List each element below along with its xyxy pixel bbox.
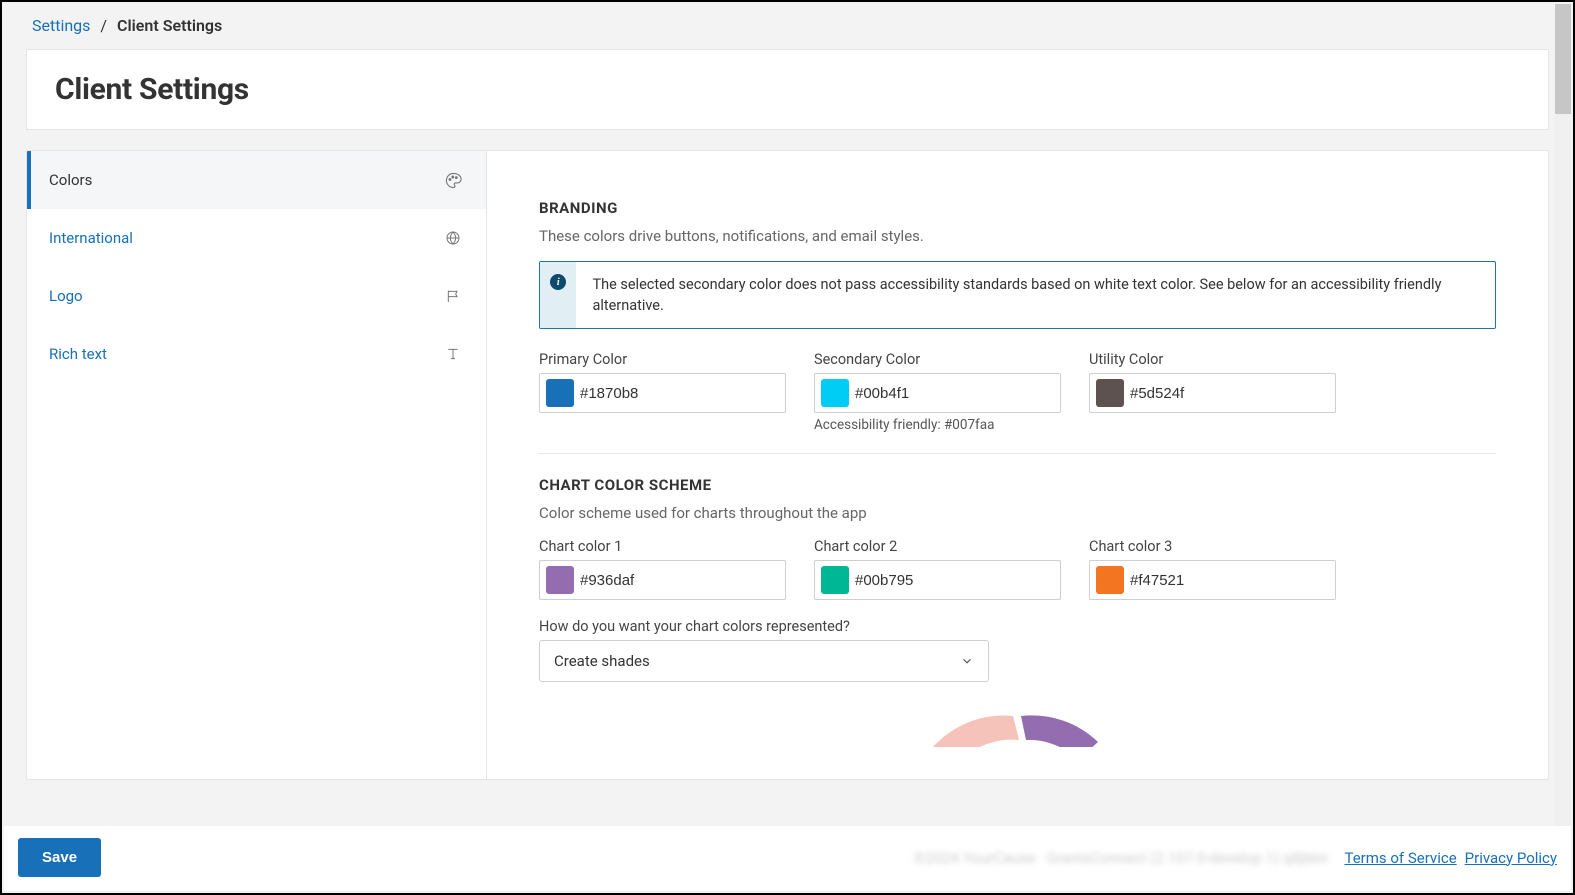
chart-color1-label: Chart color 1	[539, 538, 786, 555]
sidebar-item-label: Colors	[49, 171, 92, 189]
page-header: Client Settings	[26, 49, 1549, 130]
utility-color-label: Utility Color	[1089, 351, 1336, 368]
branding-title: BRANDING	[539, 199, 1496, 217]
sidebar-item-international[interactable]: International	[27, 209, 486, 267]
chart-scheme-description: Color scheme used for charts throughout …	[539, 504, 1496, 522]
privacy-link[interactable]: Privacy Policy	[1465, 849, 1557, 867]
chart-preview	[539, 712, 1496, 747]
text-icon	[444, 345, 462, 363]
scrollbar-track[interactable]	[1555, 4, 1571, 891]
chart-color2-input[interactable]	[814, 560, 1061, 600]
terms-link[interactable]: Terms of Service	[1344, 849, 1456, 867]
breadcrumb-current: Client Settings	[117, 16, 222, 35]
utility-color-field: Utility Color	[1089, 351, 1336, 433]
breadcrumb: Settings / Client Settings	[12, 2, 1563, 49]
info-icon-column: i	[540, 262, 576, 328]
primary-color-value[interactable]	[580, 385, 779, 402]
chart-color1-field: Chart color 1	[539, 538, 786, 600]
globe-icon	[444, 229, 462, 247]
primary-color-input[interactable]	[539, 373, 786, 413]
settings-sidebar: Colors International	[27, 151, 487, 779]
chevron-down-icon	[960, 654, 974, 668]
chart-color3-field: Chart color 3	[1089, 538, 1336, 600]
chart-color2-field: Chart color 2	[814, 538, 1061, 600]
chart-color2-label: Chart color 2	[814, 538, 1061, 555]
sidebar-item-label: International	[49, 229, 133, 247]
chart-color2-value[interactable]	[855, 572, 1054, 589]
utility-color-input[interactable]	[1089, 373, 1336, 413]
footer-bar: Save ©2024 YourCause · GrantsConnect (2.…	[4, 826, 1571, 891]
info-message: The selected secondary color does not pa…	[576, 262, 1495, 328]
secondary-color-value[interactable]	[855, 385, 1054, 402]
sidebar-item-rich-text[interactable]: Rich text	[27, 325, 486, 383]
breadcrumb-separator: /	[100, 16, 107, 35]
representation-select[interactable]: Create shades	[539, 640, 989, 682]
secondary-color-swatch[interactable]	[821, 379, 849, 407]
chart-color3-label: Chart color 3	[1089, 538, 1336, 555]
chart-color3-input[interactable]	[1089, 560, 1336, 600]
breadcrumb-settings-link[interactable]: Settings	[32, 16, 90, 35]
secondary-color-input[interactable]	[814, 373, 1061, 413]
chart-color1-input[interactable]	[539, 560, 786, 600]
flag-icon	[444, 287, 462, 305]
scrollbar-thumb[interactable]	[1555, 4, 1571, 114]
page-title: Client Settings	[55, 72, 1520, 107]
info-banner: i The selected secondary color does not …	[539, 261, 1496, 329]
save-button[interactable]: Save	[18, 838, 101, 877]
chart-scheme-title: CHART COLOR SCHEME	[539, 476, 1496, 494]
main-content: BRANDING These colors drive buttons, not…	[487, 151, 1548, 779]
secondary-color-field: Secondary Color Accessibility friendly: …	[814, 351, 1061, 433]
chart-color1-value[interactable]	[580, 572, 779, 589]
primary-color-swatch[interactable]	[546, 379, 574, 407]
chart-color3-value[interactable]	[1130, 572, 1329, 589]
chart-color2-swatch[interactable]	[821, 566, 849, 594]
representation-label: How do you want your chart colors repres…	[539, 618, 1496, 635]
branding-description: These colors drive buttons, notification…	[539, 227, 1496, 245]
representation-value: Create shades	[554, 652, 650, 670]
secondary-color-helper: Accessibility friendly: #007faa	[814, 417, 1061, 433]
palette-icon	[444, 171, 462, 189]
section-divider	[539, 453, 1496, 454]
primary-color-field: Primary Color	[539, 351, 786, 433]
utility-color-swatch[interactable]	[1096, 379, 1124, 407]
sidebar-item-label: Logo	[49, 287, 83, 305]
secondary-color-label: Secondary Color	[814, 351, 1061, 368]
chart-color1-swatch[interactable]	[546, 566, 574, 594]
sidebar-item-logo[interactable]: Logo	[27, 267, 486, 325]
info-icon: i	[550, 274, 566, 290]
footer-copyright: ©2024 YourCause · GrantsConnect (2.107.0…	[914, 849, 1329, 867]
sidebar-item-label: Rich text	[49, 345, 107, 363]
utility-color-value[interactable]	[1130, 385, 1329, 402]
primary-color-label: Primary Color	[539, 351, 786, 368]
chart-color3-swatch[interactable]	[1096, 566, 1124, 594]
sidebar-item-colors[interactable]: Colors	[27, 151, 486, 209]
content-card: Colors International	[26, 150, 1549, 780]
